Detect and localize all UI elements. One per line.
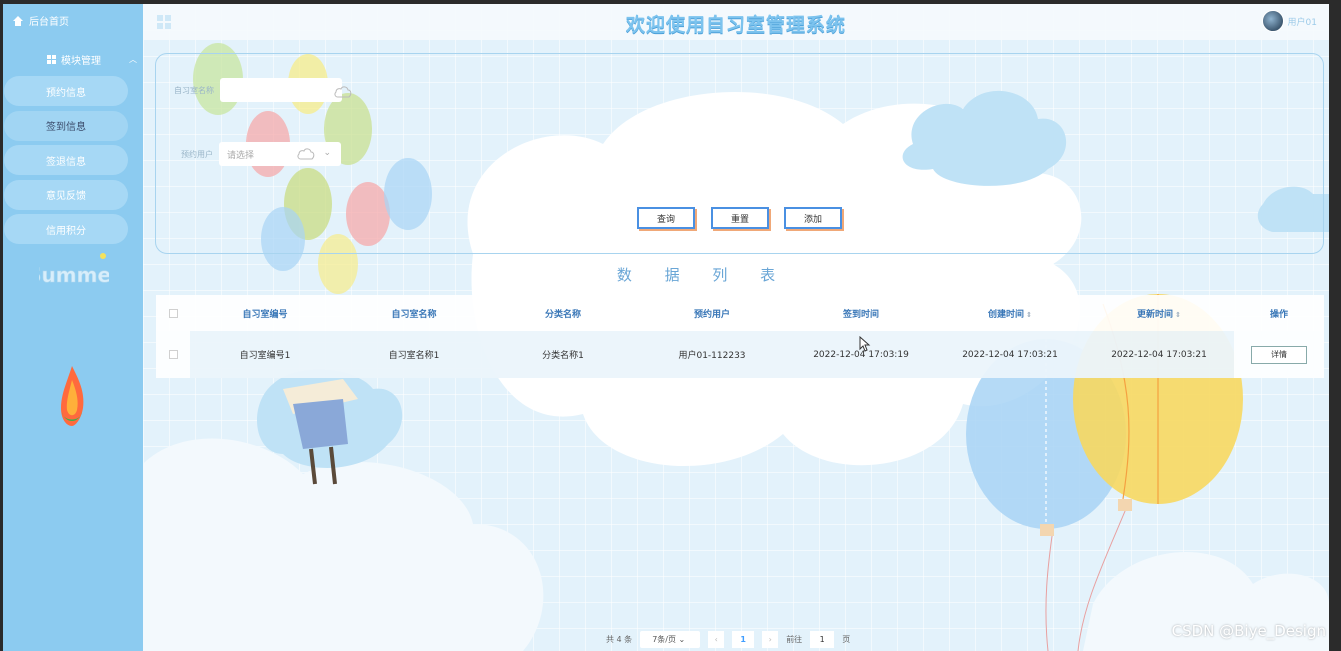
query-button[interactable]: 查询	[637, 207, 695, 229]
sidebar-menu: 预约信息 签到信息 签退信息 意见反馈 信用积分	[3, 76, 131, 249]
sidebar-item-label: 签退信息	[46, 156, 86, 168]
table-row: 自习室编号1 自习室名称1 分类名称1 用户01-112233 2022-12-…	[156, 331, 1324, 378]
col-category: 分类名称	[544, 309, 581, 320]
reset-button[interactable]: 重置	[711, 207, 769, 229]
col-checkin-time: 签到时间	[842, 309, 879, 320]
watermark: CSDN @Biye_Design	[1171, 622, 1326, 640]
chevron-down-icon: ⌄	[323, 148, 331, 158]
current-page[interactable]: 1	[732, 631, 755, 648]
sidebar-item-label: 信用积分	[46, 225, 86, 237]
row-checkbox[interactable]	[156, 331, 190, 378]
grid-icon	[47, 55, 56, 64]
reservation-user-select[interactable]: 请选择 ⌄	[219, 142, 341, 166]
next-page-button[interactable]: ›	[762, 631, 779, 648]
reservation-user-field: 预约用户 请选择 ⌄	[181, 142, 341, 166]
select-placeholder: 请选择	[227, 150, 255, 161]
room-name-field: 自习室名称	[174, 78, 352, 102]
col-created-time-label: 创建时间	[988, 309, 1025, 320]
col-updated-time[interactable]: 更新时间 ⇕	[1084, 307, 1234, 320]
main-content: 欢迎使用自习室管理系统 用户01 自习室名称 预约用户 请选择 ⌄ 查询 重置 …	[143, 4, 1329, 651]
sidebar-item-label: 预约信息	[46, 87, 86, 99]
cell-room-name: 自习室名称1	[388, 351, 440, 361]
col-room-no: 自习室编号	[242, 309, 288, 320]
table-header: 自习室编号 自习室名称 分类名称 预约用户 签到时间 创建时间 ⇕ 更新时间 ⇕ 操…	[156, 295, 1324, 331]
sidebar-item-label: 签到信息	[46, 122, 86, 133]
sidebar-group-module[interactable]: 模块管理 ︿	[47, 52, 137, 67]
detail-button[interactable]: 详情	[1251, 345, 1307, 364]
cloud-icon	[334, 86, 352, 98]
cell-category: 分类名称1	[542, 351, 584, 361]
col-created-time[interactable]: 创建时间 ⇕	[936, 307, 1084, 320]
sort-icon[interactable]: ⇕	[1175, 311, 1181, 319]
sidebar-item-reservation[interactable]: 预约信息	[4, 76, 128, 106]
user-name: 用户01	[1287, 17, 1317, 28]
reservation-user-label: 预约用户	[181, 149, 213, 159]
sort-icon[interactable]: ⇕	[1026, 311, 1032, 319]
col-action: 操作	[1269, 309, 1288, 320]
select-all-checkbox[interactable]	[156, 308, 190, 318]
sidebar: 后台首页 模块管理 ︿ 预约信息 签到信息 签退信息 意见反馈 信用积分 Sum…	[3, 4, 143, 651]
cloud-icon	[297, 148, 315, 160]
cell-user: 用户01-112233	[678, 351, 746, 361]
sidebar-item-feedback[interactable]: 意见反馈	[4, 179, 128, 210]
col-room-name: 自习室名称	[391, 309, 437, 320]
avatar	[1261, 10, 1284, 32]
page-suffix: 页	[842, 635, 851, 644]
sidebar-home-link[interactable]: 后台首页	[13, 13, 69, 28]
watermelon-flame-decoration	[61, 366, 84, 426]
home-icon	[13, 15, 23, 26]
pagination-total: 共 4 条	[606, 635, 633, 644]
sidebar-item-checkin[interactable]: 签到信息	[4, 110, 128, 141]
room-name-input[interactable]	[220, 78, 342, 102]
summer-decoration: Summer	[39, 253, 109, 287]
cell-room-no: 自习室编号1	[239, 351, 291, 361]
add-button[interactable]: 添加	[784, 207, 842, 229]
sidebar-item-checkout[interactable]: 签退信息	[4, 145, 128, 175]
chevron-up-icon: ︿	[129, 55, 137, 64]
data-table: 自习室编号 自习室名称 分类名称 预约用户 签到时间 创建时间 ⇕ 更新时间 ⇕ 操…	[156, 295, 1324, 378]
page-size-value: 7条/页	[652, 635, 676, 644]
sidebar-home-label: 后台首页	[29, 17, 69, 28]
cell-action: 详情	[1234, 331, 1324, 378]
goto-page-input[interactable]: 1	[810, 631, 835, 648]
pagination: 共 4 条 7条/页 ⌄ ‹ 1 › 前往 1 页	[606, 631, 850, 648]
user-menu[interactable]: 用户01	[1261, 10, 1317, 32]
chevron-down-icon: ⌄	[678, 635, 686, 644]
goto-label: 前往	[786, 635, 803, 644]
page-title: 欢迎使用自习室管理系统	[625, 14, 846, 36]
col-updated-time-label: 更新时间	[1137, 309, 1174, 320]
sidebar-item-label: 意见反馈	[46, 191, 86, 202]
top-header: 欢迎使用自习室管理系统 用户01	[143, 4, 1329, 40]
room-name-label: 自习室名称	[174, 85, 214, 95]
sidebar-group-label: 模块管理	[61, 56, 101, 67]
page-size-select[interactable]: 7条/页 ⌄	[640, 631, 701, 648]
cell-created-time: 2022-12-04 17:03:21	[962, 349, 1058, 360]
sidebar-item-credit[interactable]: 信用积分	[4, 214, 128, 244]
col-user: 预约用户	[693, 309, 730, 320]
svg-text:Summer: Summer	[39, 263, 109, 287]
prev-page-button[interactable]: ‹	[708, 631, 725, 648]
cell-updated-time: 2022-12-04 17:03:21	[1111, 349, 1207, 360]
mouse-cursor-icon	[859, 336, 871, 352]
list-title: 数 据 列 表	[616, 266, 790, 284]
